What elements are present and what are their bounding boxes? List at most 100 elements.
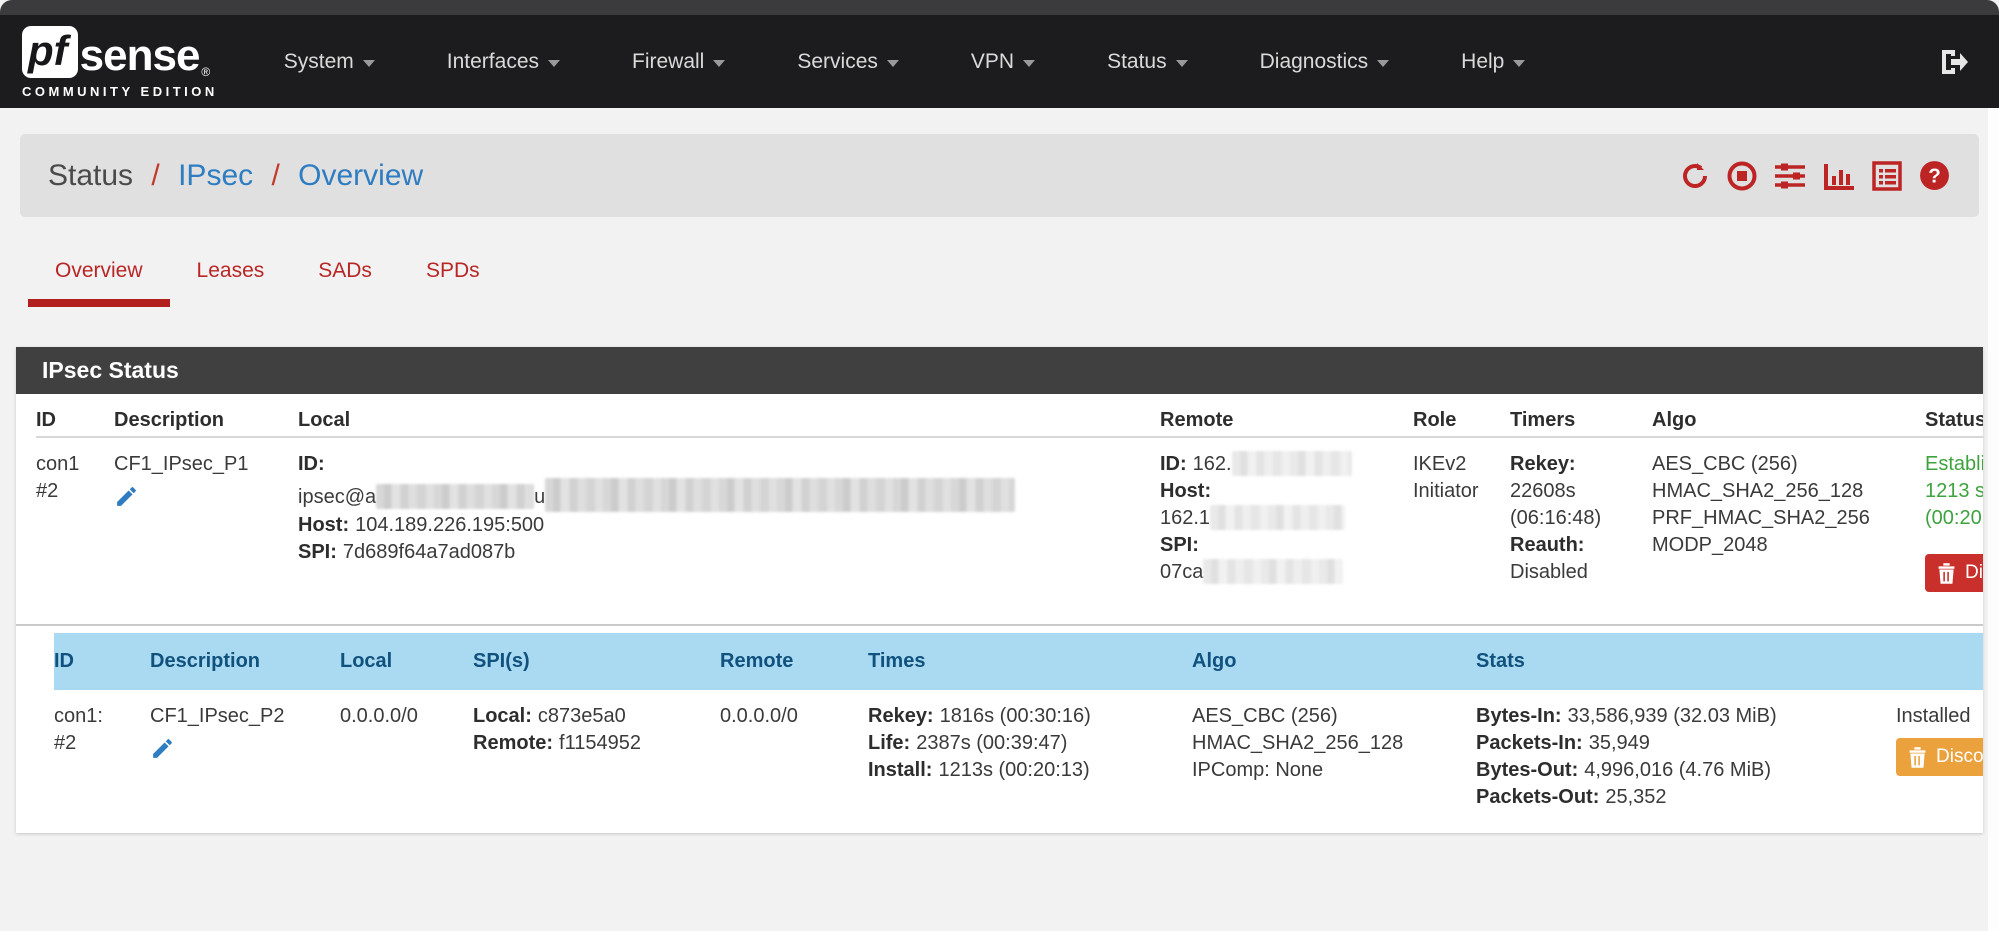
rekey-time: (06:16:48) [1510,505,1640,532]
col-header-local: Local [340,633,473,690]
redacted-text [545,478,1015,512]
col-header-spis: SPI(s) [473,633,720,690]
col-header-description: Description [114,394,298,434]
phase2-spi-cell: Local: c873e5a0 Remote: f1154952 [473,690,720,757]
section-divider [16,624,1983,626]
tab-leases[interactable]: Leases [170,259,292,307]
status-state: Established [1925,451,1983,478]
nav-item-diagnostics[interactable]: Diagnostics [1224,15,1426,108]
help-icon[interactable]: ? [1918,159,1951,192]
algo-hash: HMAC_SHA2_256_128 [1192,730,1464,757]
local-host-label: Host: [298,514,349,536]
algo-encryption: AES_CBC (256) [1652,451,1913,478]
algo-dh-group: MODP_2048 [1652,532,1913,559]
bytes-in-value: 33,586,939 (32.03 MiB) [1568,705,1777,727]
child-sa-id: #2 [54,730,138,757]
phase1-role-cell: IKEv2 Initiator [1413,438,1510,505]
remote-host-value: 162.1 [1160,507,1210,529]
bytes-in-label: Bytes-In: [1476,705,1562,727]
tab-sads[interactable]: SADs [291,259,399,307]
rekey-value: 22608s [1510,478,1640,505]
col-header-remote: Remote [720,633,868,690]
breadcrumb-link-overview[interactable]: Overview [298,159,423,192]
nav-item-interfaces[interactable]: Interfaces [411,15,596,108]
tab-spds[interactable]: SPDs [399,259,507,307]
col-header-role: Role [1413,394,1510,434]
bytes-out-value: 4,996,016 (4.76 MiB) [1584,759,1771,781]
nav-item-services[interactable]: Services [761,15,935,108]
nav-item-label: Firewall [632,50,704,74]
disconnect-p1-button[interactable]: Disconnect [1925,554,1983,592]
pencil-icon [150,736,175,761]
nav-item-label: Interfaces [447,50,539,74]
nav-item-vpn[interactable]: VPN [935,15,1071,108]
spi-local-value: c873e5a0 [538,705,626,727]
rekey-label: Rekey: [1510,453,1576,475]
svg-text:?: ? [1928,165,1941,188]
phase1-timers-cell: Rekey: 22608s (06:16:48) Reauth: Disable… [1510,438,1652,586]
spi-local-label: Local: [473,705,532,727]
tab-label: Leases [197,259,265,282]
col-header-local: Local [298,394,1160,434]
nav-item-label: System [284,50,354,74]
nav-item-label: Services [797,50,878,74]
phase1-algo-cell: AES_CBC (256) HMAC_SHA2_256_128 PRF_HMAC… [1652,438,1925,559]
pfsense-logo[interactable]: pf sense ® COMMUNITY EDITION [22,26,218,98]
phase2-algo-cell: AES_CBC (256) HMAC_SHA2_256_128 IPComp: … [1192,690,1476,784]
nav-item-label: Status [1107,50,1167,74]
caret-down-icon [548,60,560,67]
bar-chart-icon[interactable] [1822,160,1856,192]
pfsense-logo-row: pf sense ® [22,26,218,78]
life-label: Life: [868,732,910,754]
role-value: Initiator [1413,478,1498,505]
life-value: 2387s (00:39:47) [916,732,1067,754]
nav-item-firewall[interactable]: Firewall [596,15,761,108]
packets-out-label: Packets-Out: [1476,786,1599,808]
spi-remote-value: f1154952 [559,732,641,754]
nav-item-help[interactable]: Help [1425,15,1561,108]
pfsense-logo-registered: ® [201,66,210,78]
reauth-value: Disabled [1510,559,1640,586]
col-header-remote: Remote [1160,394,1413,434]
local-id-mid: u [534,486,545,508]
stop-icon[interactable] [1726,160,1758,192]
col-header-algo: Algo [1192,633,1476,690]
redacted-text [1210,505,1345,530]
phase1-remote-cell: ID:162. Host: 162.1 SPI: 07ca [1160,438,1413,586]
status-age-seconds: 1213 seconds [1925,478,1983,505]
tab-label: SPDs [426,259,480,282]
caret-down-icon [1023,60,1035,67]
breadcrumb-link-ipsec[interactable]: IPsec [178,159,253,192]
local-id-prefix: ipsec@a [298,486,376,508]
redacted-text [1203,559,1343,584]
breadcrumb-separator: / [271,159,279,192]
logout-button[interactable] [1937,46,1969,78]
trash-icon [1937,563,1956,584]
algo-encryption: AES_CBC (256) [1192,703,1464,730]
phase2-description: CF1_IPsec_P2 [150,703,328,730]
caret-down-icon [1513,60,1525,67]
nav-item-system[interactable]: System [248,15,411,108]
filter-sliders-icon[interactable] [1773,160,1807,192]
remote-network: 0.0.0.0/0 [720,703,856,730]
list-log-icon[interactable] [1871,160,1903,192]
edit-phase1-button[interactable] [114,484,139,517]
phase2-header-row: ID Description Local SPI(s) Remote Times… [54,633,1983,690]
disconnect-p2-button[interactable]: Disconnect [1896,738,1983,776]
trash-icon [1908,747,1927,768]
scrollbar-track[interactable] [1988,108,1999,931]
ipsec-phase2-table: ID Description Local SPI(s) Remote Times… [44,633,1983,819]
refresh-icon[interactable] [1679,160,1711,192]
rekey-value: 1816s (00:30:16) [940,705,1091,727]
breadcrumb-separator: / [151,159,159,192]
local-host-value: 104.189.226.195:500 [355,514,544,536]
nav-item-status[interactable]: Status [1071,15,1224,108]
phase2-stats-cell: Bytes-In: 33,586,939 (32.03 MiB) Packets-… [1476,690,1896,811]
spi-remote-label: Remote: [473,732,553,754]
edit-phase2-button[interactable] [150,736,175,769]
tab-overview[interactable]: Overview [28,259,170,307]
caret-down-icon [1377,60,1389,67]
tab-label: SADs [318,259,372,282]
phase1-header-row: ID Description Local Remote Role Timers … [36,394,1983,438]
bytes-out-label: Bytes-Out: [1476,759,1578,781]
